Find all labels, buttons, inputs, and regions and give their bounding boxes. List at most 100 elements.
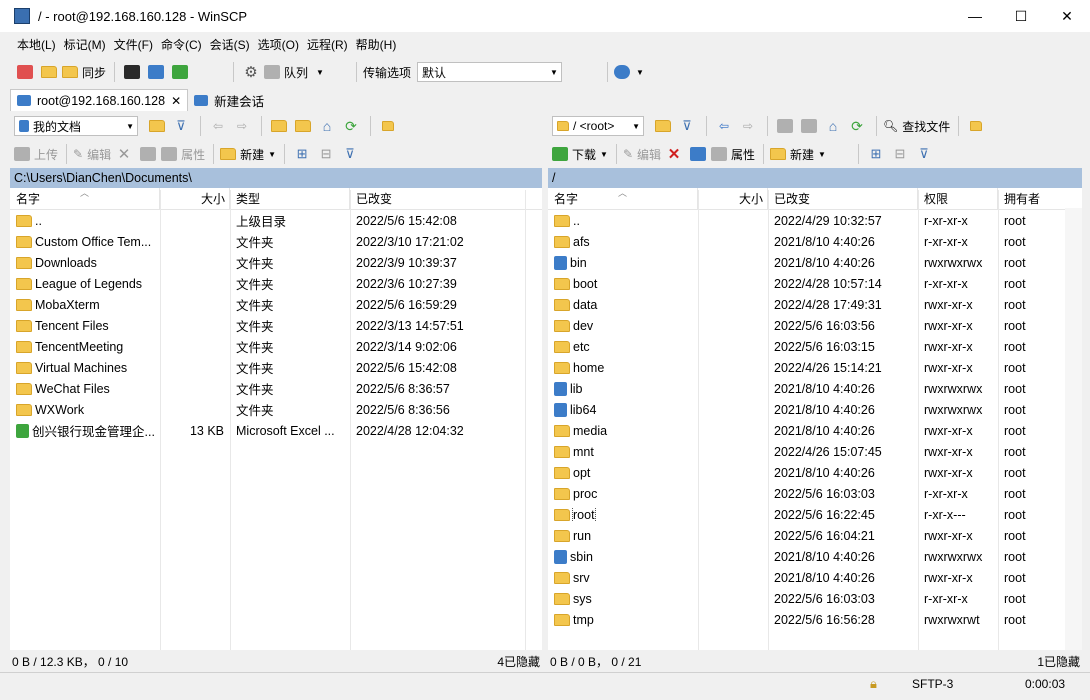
compare-directories-button[interactable] (14, 61, 36, 83)
remote-select-button[interactable]: ⊞ (865, 143, 887, 165)
remote-new-button[interactable]: 新建 ▼ (770, 143, 826, 165)
table-row[interactable]: WXWork 文件夹 2022/5/6 8:36:56 (10, 399, 542, 420)
local-unselect-button[interactable]: ⊟ (315, 143, 337, 165)
local-refresh-button[interactable]: ⟳ (340, 115, 362, 137)
close-icon[interactable]: ✕ (171, 94, 181, 108)
table-row[interactable]: WeChat Files 文件夹 2022/5/6 8:36:57 (10, 378, 542, 399)
remote-unselect-button[interactable]: ⊟ (889, 143, 911, 165)
table-row[interactable]: sys 2022/5/6 16:03:03 r-xr-xr-x root (548, 588, 1082, 609)
menu-commands[interactable]: 命令(C) (158, 36, 205, 53)
local-parent-dir-button[interactable] (268, 115, 290, 137)
remote-properties-button[interactable]: 属性 (711, 143, 755, 165)
remote-status-hidden[interactable]: 1已隐藏 (1037, 653, 1080, 670)
menu-local[interactable]: 本地(L) (14, 36, 59, 53)
local-properties-button[interactable]: 属性 (161, 143, 205, 165)
table-row[interactable]: lib 2021/8/10 4:40:26 rwxrwxrwx root (548, 378, 1082, 399)
local-edit-button[interactable]: ✎ 编辑 (73, 143, 111, 165)
local-root-dir-button[interactable] (292, 115, 314, 137)
local-status-hidden[interactable]: 4已隐藏 (497, 653, 540, 670)
tab-new-session[interactable]: 新建会话 (188, 89, 270, 111)
remote-filter-button[interactable]: ⊽ (676, 115, 698, 137)
table-row[interactable]: Virtual Machines 文件夹 2022/5/6 15:42:08 (10, 357, 542, 378)
table-row[interactable]: sbin 2021/8/10 4:40:26 rwxrwxrwx root (548, 546, 1082, 567)
local-select-button[interactable]: ⊞ (291, 143, 313, 165)
local-forward-button[interactable]: ⇨ (231, 115, 253, 137)
table-row[interactable]: opt 2021/8/10 4:40:26 rwxr-xr-x root (548, 462, 1082, 483)
local-col-modified[interactable]: 已改变 (350, 188, 525, 210)
remote-col-owner[interactable]: 拥有者 (998, 188, 1058, 210)
synchronize-button[interactable]: 同步 (62, 61, 106, 83)
remote-rename-button[interactable] (687, 143, 709, 165)
table-row[interactable]: root 2022/5/6 16:22:45 r-xr-x--- root (548, 504, 1082, 525)
local-col-type[interactable]: 类型 (230, 187, 350, 210)
remote-refresh-button[interactable]: ⟳ (846, 115, 868, 137)
remote-location-select[interactable]: / <root> ▼ (552, 116, 644, 136)
remote-delete-button[interactable]: ✕ (663, 143, 685, 165)
menu-session[interactable]: 会话(S) (207, 36, 253, 53)
table-row[interactable]: tmp 2022/5/6 16:56:28 rwxrwxrwt root (548, 609, 1082, 630)
table-row[interactable]: Downloads 文件夹 2022/3/9 10:39:37 (10, 252, 542, 273)
table-row[interactable]: data 2022/4/28 17:49:31 rwxr-xr-x root (548, 294, 1082, 315)
table-row[interactable]: 创兴银行现金管理企... 13 KB Microsoft Excel ... 2022… (10, 420, 542, 441)
synchronize-browsing-button[interactable] (38, 61, 60, 83)
table-row[interactable]: TencentMeeting 文件夹 2022/3/14 9:02:06 (10, 336, 542, 357)
table-row[interactable]: proc 2022/5/6 16:03:03 r-xr-xr-x root (548, 483, 1082, 504)
local-filter-select-button[interactable]: ⊽ (339, 143, 361, 165)
putty-button[interactable] (145, 61, 167, 83)
table-row[interactable]: League of Legends 文件夹 2022/3/6 10:27:39 (10, 273, 542, 294)
remote-parent-dir-button[interactable] (774, 115, 796, 137)
remote-scrollbar[interactable] (1065, 208, 1082, 650)
preferences-button[interactable]: ⚙ (240, 61, 262, 83)
remote-col-size[interactable]: 大小 (698, 187, 768, 210)
table-row[interactable]: boot 2022/4/28 10:57:14 r-xr-xr-x root (548, 273, 1082, 294)
table-row[interactable]: dev 2022/5/6 16:03:56 rwxr-xr-x root (548, 315, 1082, 336)
local-home-button[interactable]: ⌂ (316, 115, 338, 137)
table-row[interactable]: srv 2021/8/10 4:40:26 rwxr-xr-x root (548, 567, 1082, 588)
table-row[interactable]: bin 2021/8/10 4:40:26 rwxrwxrwx root (548, 252, 1082, 273)
remote-forward-button[interactable]: ⇨ (737, 115, 759, 137)
table-row[interactable]: MobaXterm 文件夹 2022/5/6 16:59:29 (10, 294, 542, 315)
maximize-button[interactable]: ☐ (998, 0, 1044, 32)
remote-col-modified[interactable]: 已改变 (768, 187, 918, 210)
menu-mark[interactable]: 标记(M) (61, 36, 109, 53)
queue-button[interactable]: 队列 ▼ (264, 61, 324, 83)
menu-remote[interactable]: 远程(R) (304, 36, 351, 53)
local-delete-button[interactable]: ✕ (113, 143, 135, 165)
remote-find-button[interactable]: 🔍︎ 查找文件 (883, 115, 950, 137)
close-button[interactable]: ✕ (1044, 0, 1090, 32)
table-row[interactable]: home 2022/4/26 15:14:21 rwxr-xr-x root (548, 357, 1082, 378)
table-row[interactable]: media 2021/8/10 4:40:26 rwxr-xr-x root (548, 420, 1082, 441)
tab-session[interactable]: root@192.168.160.128 ✕ (10, 89, 189, 111)
remote-col-permissions[interactable]: 权限 (918, 187, 998, 210)
remote-open-folder-button[interactable] (652, 115, 674, 137)
remote-home-button[interactable]: ⌂ (822, 115, 844, 137)
local-upload-button[interactable]: 上传 (14, 143, 58, 165)
remote-edit-button[interactable]: ✎ 编辑 (623, 143, 661, 165)
table-row[interactable]: etc 2022/5/6 16:03:15 rwxr-xr-x root (548, 336, 1082, 357)
remote-tree-button[interactable] (965, 115, 987, 137)
table-row[interactable]: mnt 2022/4/26 15:07:45 rwxr-xr-x root (548, 441, 1082, 462)
table-row[interactable]: afs 2021/8/10 4:40:26 r-xr-xr-x root (548, 231, 1082, 252)
table-row[interactable]: .. 2022/4/29 10:32:57 r-xr-xr-x root (548, 210, 1082, 231)
local-tree-button[interactable] (377, 115, 399, 137)
table-row[interactable]: .. 上级目录 2022/5/6 15:42:08 (10, 210, 542, 231)
local-location-select[interactable]: 我的文档 ▼ (14, 116, 138, 136)
transfer-settings-select[interactable]: 默认 ▼ (416, 62, 562, 82)
remote-filter-select-button[interactable]: ⊽ (913, 143, 935, 165)
local-col-size[interactable]: 大小 (160, 187, 230, 210)
local-rename-button[interactable] (137, 143, 159, 165)
remote-root-dir-button[interactable] (798, 115, 820, 137)
sync-panel-button[interactable] (169, 61, 191, 83)
local-open-folder-button[interactable] (146, 115, 168, 137)
local-new-button[interactable]: 新建 ▼ (220, 143, 276, 165)
menu-file[interactable]: 文件(F) (111, 36, 156, 53)
minimize-button[interactable]: — (952, 0, 998, 32)
remote-back-button[interactable]: ⇦ (713, 115, 735, 137)
table-row[interactable]: lib64 2021/8/10 4:40:26 rwxrwxrwx root (548, 399, 1082, 420)
table-row[interactable]: Tencent Files 文件夹 2022/3/13 14:57:51 (10, 315, 542, 336)
menu-help[interactable]: 帮助(H) (353, 36, 400, 53)
local-filter-button[interactable]: ⊽ (170, 115, 192, 137)
remote-download-button[interactable]: 下载 ▼ (552, 143, 608, 165)
menu-options[interactable]: 选项(O) (255, 36, 302, 53)
table-row[interactable]: run 2022/5/6 16:04:21 rwxr-xr-x root (548, 525, 1082, 546)
